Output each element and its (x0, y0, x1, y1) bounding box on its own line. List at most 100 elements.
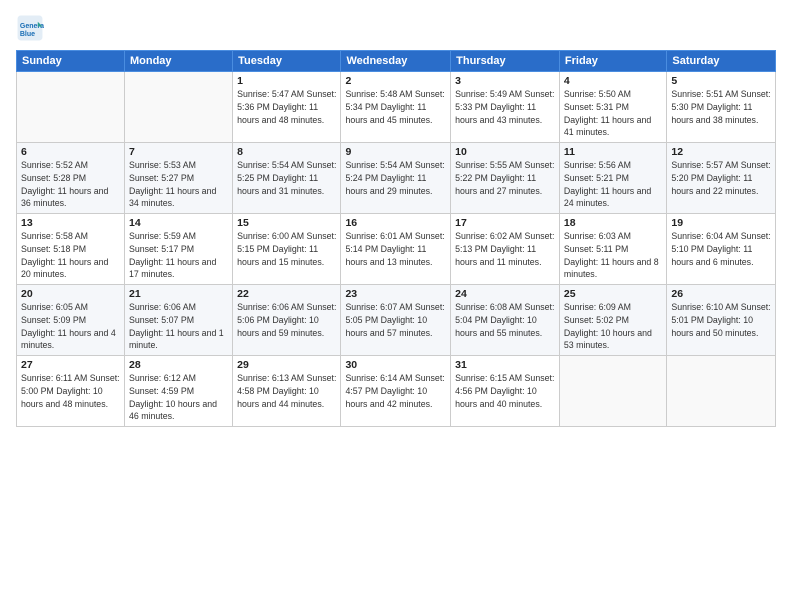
day-detail: Sunrise: 6:10 AM Sunset: 5:01 PM Dayligh… (671, 301, 771, 339)
day-number: 11 (564, 146, 662, 158)
day-detail: Sunrise: 5:47 AM Sunset: 5:36 PM Dayligh… (237, 88, 336, 126)
day-cell: 5Sunrise: 5:51 AM Sunset: 5:30 PM Daylig… (667, 72, 776, 143)
day-detail: Sunrise: 5:58 AM Sunset: 5:18 PM Dayligh… (21, 230, 120, 281)
col-header-saturday: Saturday (667, 51, 776, 72)
page: General Blue SundayMondayTuesdayWednesda… (0, 0, 792, 612)
day-number: 26 (671, 288, 771, 300)
day-detail: Sunrise: 5:50 AM Sunset: 5:31 PM Dayligh… (564, 88, 662, 139)
day-number: 30 (345, 359, 446, 371)
week-row-3: 13Sunrise: 5:58 AM Sunset: 5:18 PM Dayli… (17, 214, 776, 285)
day-number: 27 (21, 359, 120, 371)
day-cell: 4Sunrise: 5:50 AM Sunset: 5:31 PM Daylig… (559, 72, 666, 143)
col-header-monday: Monday (124, 51, 232, 72)
day-number: 31 (455, 359, 555, 371)
day-cell: 9Sunrise: 5:54 AM Sunset: 5:24 PM Daylig… (341, 143, 451, 214)
day-detail: Sunrise: 5:51 AM Sunset: 5:30 PM Dayligh… (671, 88, 771, 126)
day-cell: 17Sunrise: 6:02 AM Sunset: 5:13 PM Dayli… (451, 214, 560, 285)
day-detail: Sunrise: 6:13 AM Sunset: 4:58 PM Dayligh… (237, 372, 336, 410)
day-number: 4 (564, 75, 662, 87)
day-number: 24 (455, 288, 555, 300)
day-number: 15 (237, 217, 336, 229)
calendar-header: SundayMondayTuesdayWednesdayThursdayFrid… (17, 51, 776, 72)
day-detail: Sunrise: 6:12 AM Sunset: 4:59 PM Dayligh… (129, 372, 228, 423)
week-row-4: 20Sunrise: 6:05 AM Sunset: 5:09 PM Dayli… (17, 285, 776, 356)
day-number: 16 (345, 217, 446, 229)
day-cell: 23Sunrise: 6:07 AM Sunset: 5:05 PM Dayli… (341, 285, 451, 356)
day-cell: 21Sunrise: 6:06 AM Sunset: 5:07 PM Dayli… (124, 285, 232, 356)
day-cell: 22Sunrise: 6:06 AM Sunset: 5:06 PM Dayli… (233, 285, 341, 356)
day-cell: 18Sunrise: 6:03 AM Sunset: 5:11 PM Dayli… (559, 214, 666, 285)
day-detail: Sunrise: 6:09 AM Sunset: 5:02 PM Dayligh… (564, 301, 662, 352)
day-number: 25 (564, 288, 662, 300)
day-cell (124, 72, 232, 143)
day-number: 7 (129, 146, 228, 158)
day-number: 9 (345, 146, 446, 158)
day-number: 12 (671, 146, 771, 158)
day-cell: 1Sunrise: 5:47 AM Sunset: 5:36 PM Daylig… (233, 72, 341, 143)
day-cell: 20Sunrise: 6:05 AM Sunset: 5:09 PM Dayli… (17, 285, 125, 356)
day-cell: 7Sunrise: 5:53 AM Sunset: 5:27 PM Daylig… (124, 143, 232, 214)
header: General Blue (16, 14, 776, 42)
calendar-body: 1Sunrise: 5:47 AM Sunset: 5:36 PM Daylig… (17, 72, 776, 427)
day-cell: 15Sunrise: 6:00 AM Sunset: 5:15 PM Dayli… (233, 214, 341, 285)
day-number: 13 (21, 217, 120, 229)
day-detail: Sunrise: 6:05 AM Sunset: 5:09 PM Dayligh… (21, 301, 120, 352)
day-detail: Sunrise: 5:55 AM Sunset: 5:22 PM Dayligh… (455, 159, 555, 197)
logo: General Blue (16, 14, 48, 42)
day-number: 22 (237, 288, 336, 300)
day-cell: 12Sunrise: 5:57 AM Sunset: 5:20 PM Dayli… (667, 143, 776, 214)
day-detail: Sunrise: 6:11 AM Sunset: 5:00 PM Dayligh… (21, 372, 120, 410)
day-number: 1 (237, 75, 336, 87)
day-number: 3 (455, 75, 555, 87)
day-detail: Sunrise: 6:00 AM Sunset: 5:15 PM Dayligh… (237, 230, 336, 268)
week-row-2: 6Sunrise: 5:52 AM Sunset: 5:28 PM Daylig… (17, 143, 776, 214)
day-detail: Sunrise: 6:15 AM Sunset: 4:56 PM Dayligh… (455, 372, 555, 410)
day-detail: Sunrise: 6:01 AM Sunset: 5:14 PM Dayligh… (345, 230, 446, 268)
day-detail: Sunrise: 6:02 AM Sunset: 5:13 PM Dayligh… (455, 230, 555, 268)
day-number: 17 (455, 217, 555, 229)
day-detail: Sunrise: 6:03 AM Sunset: 5:11 PM Dayligh… (564, 230, 662, 281)
col-header-thursday: Thursday (451, 51, 560, 72)
col-header-friday: Friday (559, 51, 666, 72)
day-detail: Sunrise: 6:06 AM Sunset: 5:07 PM Dayligh… (129, 301, 228, 352)
day-number: 18 (564, 217, 662, 229)
day-cell: 8Sunrise: 5:54 AM Sunset: 5:25 PM Daylig… (233, 143, 341, 214)
day-number: 29 (237, 359, 336, 371)
day-cell (667, 356, 776, 427)
day-cell: 2Sunrise: 5:48 AM Sunset: 5:34 PM Daylig… (341, 72, 451, 143)
day-number: 8 (237, 146, 336, 158)
day-detail: Sunrise: 5:54 AM Sunset: 5:25 PM Dayligh… (237, 159, 336, 197)
day-detail: Sunrise: 5:49 AM Sunset: 5:33 PM Dayligh… (455, 88, 555, 126)
day-cell: 19Sunrise: 6:04 AM Sunset: 5:10 PM Dayli… (667, 214, 776, 285)
day-number: 2 (345, 75, 446, 87)
day-cell: 29Sunrise: 6:13 AM Sunset: 4:58 PM Dayli… (233, 356, 341, 427)
day-number: 14 (129, 217, 228, 229)
week-row-5: 27Sunrise: 6:11 AM Sunset: 5:00 PM Dayli… (17, 356, 776, 427)
day-cell: 26Sunrise: 6:10 AM Sunset: 5:01 PM Dayli… (667, 285, 776, 356)
day-number: 10 (455, 146, 555, 158)
day-cell: 27Sunrise: 6:11 AM Sunset: 5:00 PM Dayli… (17, 356, 125, 427)
day-detail: Sunrise: 6:04 AM Sunset: 5:10 PM Dayligh… (671, 230, 771, 268)
day-detail: Sunrise: 5:57 AM Sunset: 5:20 PM Dayligh… (671, 159, 771, 197)
day-number: 19 (671, 217, 771, 229)
day-number: 20 (21, 288, 120, 300)
logo-icon: General Blue (16, 14, 44, 42)
day-cell: 3Sunrise: 5:49 AM Sunset: 5:33 PM Daylig… (451, 72, 560, 143)
day-detail: Sunrise: 5:56 AM Sunset: 5:21 PM Dayligh… (564, 159, 662, 210)
day-detail: Sunrise: 5:53 AM Sunset: 5:27 PM Dayligh… (129, 159, 228, 210)
day-cell (17, 72, 125, 143)
day-cell: 10Sunrise: 5:55 AM Sunset: 5:22 PM Dayli… (451, 143, 560, 214)
day-detail: Sunrise: 6:07 AM Sunset: 5:05 PM Dayligh… (345, 301, 446, 339)
svg-text:General: General (20, 23, 44, 30)
day-cell: 28Sunrise: 6:12 AM Sunset: 4:59 PM Dayli… (124, 356, 232, 427)
day-detail: Sunrise: 6:14 AM Sunset: 4:57 PM Dayligh… (345, 372, 446, 410)
day-detail: Sunrise: 5:48 AM Sunset: 5:34 PM Dayligh… (345, 88, 446, 126)
col-header-wednesday: Wednesday (341, 51, 451, 72)
day-cell: 25Sunrise: 6:09 AM Sunset: 5:02 PM Dayli… (559, 285, 666, 356)
day-number: 23 (345, 288, 446, 300)
day-detail: Sunrise: 6:08 AM Sunset: 5:04 PM Dayligh… (455, 301, 555, 339)
day-number: 5 (671, 75, 771, 87)
day-detail: Sunrise: 6:06 AM Sunset: 5:06 PM Dayligh… (237, 301, 336, 339)
svg-text:Blue: Blue (20, 31, 35, 38)
day-cell: 31Sunrise: 6:15 AM Sunset: 4:56 PM Dayli… (451, 356, 560, 427)
